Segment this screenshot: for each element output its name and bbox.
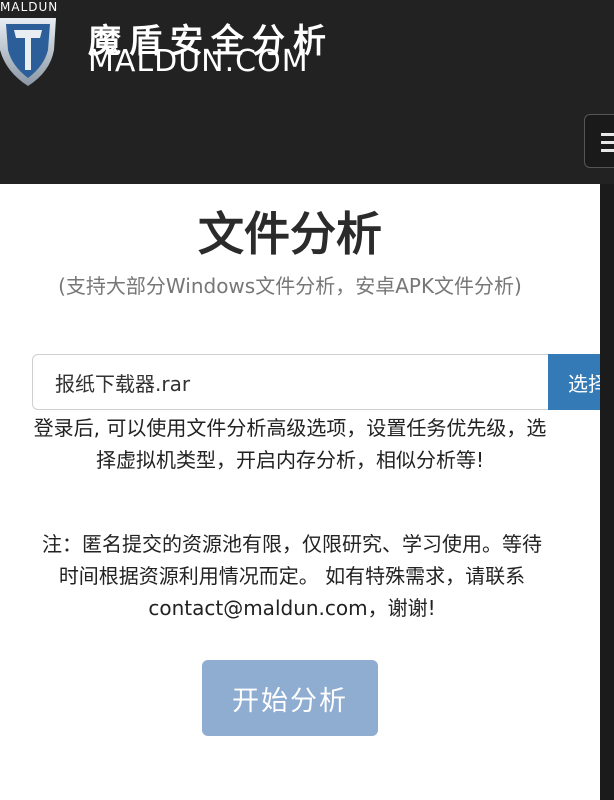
scrollbar[interactable] [600, 184, 614, 800]
start-analysis-button[interactable]: 开始分析 [202, 660, 378, 736]
logo-text: MALDUN [0, 0, 59, 14]
supported-formats-subtitle: (支持大部分Windows文件分析，安卓APK文件分析) [58, 274, 522, 298]
menu-toggle-button[interactable] [584, 114, 614, 168]
main-content: 文件分析 (支持大部分Windows文件分析，安卓APK文件分析) 登录后, 可… [0, 184, 600, 800]
site-header: MALDUN 魔盾安全分析 MALDUN.COM [0, 0, 614, 184]
hamburger-line [601, 149, 614, 152]
file-name-input[interactable] [32, 354, 550, 410]
brand-name-english[interactable]: MALDUN.COM [88, 44, 309, 79]
hamburger-line [601, 141, 614, 144]
hamburger-menu-icon [601, 133, 614, 136]
notice-text: 注：匿名提交的资源池有限，仅限研究、学习使用。等待时间根据资源利用情况而定。 如… [42, 532, 542, 620]
login-hint-text: 登录后, 可以使用文件分析高级选项，设置任务优先级，选择虚拟机类型，开启内存分析… [33, 416, 547, 472]
page-title: 文件分析 [198, 207, 382, 261]
